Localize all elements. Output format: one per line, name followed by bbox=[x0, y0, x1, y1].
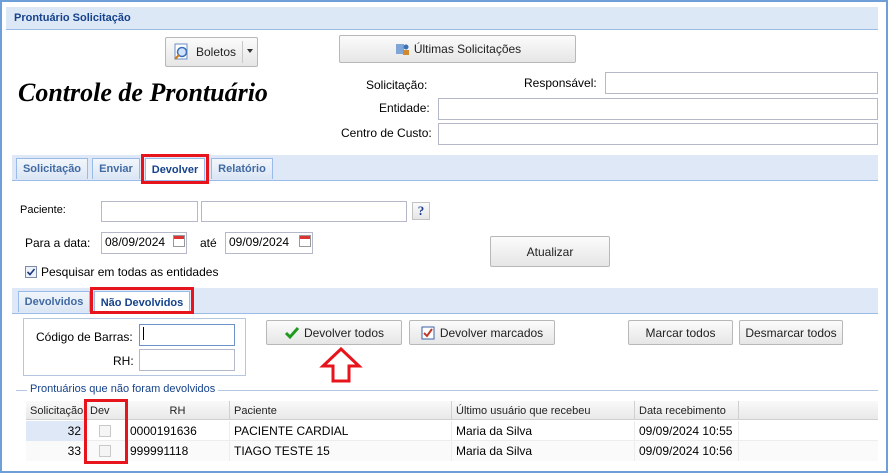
checklist-icon bbox=[421, 326, 435, 340]
boletos-label: Boletos bbox=[196, 45, 237, 59]
desmarcar-todos-button[interactable]: Desmarcar todos bbox=[739, 320, 843, 345]
date-to-value: 09/09/2024 bbox=[229, 235, 290, 249]
cell-rh: 999991118 bbox=[126, 441, 230, 461]
calendar-icon[interactable] bbox=[299, 235, 311, 247]
window-titlebar: Prontuário Solicitação bbox=[6, 7, 878, 30]
cell-usuario: Maria da Silva bbox=[452, 441, 635, 461]
dev-checkbox[interactable] bbox=[99, 445, 111, 457]
col-ultimo-usuario[interactable]: Último usuário que recebeu bbox=[452, 401, 635, 420]
responsavel-label: Responsável: bbox=[524, 76, 597, 90]
col-solicitacao[interactable]: Solicitação bbox=[26, 401, 86, 420]
tab-devolvidos[interactable]: Devolvidos bbox=[18, 291, 90, 312]
boletos-button[interactable]: Boletos bbox=[165, 37, 258, 67]
col-filler bbox=[739, 401, 878, 420]
cell-data: 09/09/2024 10:55 bbox=[635, 421, 739, 441]
tab-label: Relatório bbox=[218, 163, 266, 175]
ate-label: até bbox=[200, 236, 217, 250]
marcar-todos-label: Marcar todos bbox=[645, 325, 716, 340]
ultimas-label: Últimas Solicitações bbox=[413, 42, 522, 56]
codigo-barras-input[interactable] bbox=[139, 324, 235, 346]
tab-label: Enviar bbox=[99, 163, 133, 175]
centro-custo-input[interactable] bbox=[438, 123, 878, 145]
main-tab-strip bbox=[12, 155, 878, 181]
cell-dev bbox=[86, 421, 126, 441]
cell-data: 09/09/2024 10:56 bbox=[635, 441, 739, 461]
cell-dev bbox=[86, 441, 126, 461]
cell-rh: 0000191636 bbox=[126, 421, 230, 441]
cell-paciente: TIAGO TESTE 15 bbox=[230, 441, 452, 461]
desmarcar-todos-label: Desmarcar todos bbox=[745, 325, 837, 340]
table-row[interactable]: 33 999991118 TIAGO TESTE 15 Maria da Sil… bbox=[26, 441, 878, 461]
chevron-down-icon[interactable] bbox=[247, 49, 253, 53]
table-row[interactable]: 32 0000191636 PACIENTE CARDIAL Maria da … bbox=[26, 421, 878, 441]
tab-label: Devolvidos bbox=[24, 296, 84, 308]
rh-input[interactable] bbox=[139, 349, 235, 371]
paciente-name-input[interactable] bbox=[201, 201, 407, 222]
tab-label: Solicitação bbox=[22, 163, 82, 175]
tab-enviar[interactable]: Enviar bbox=[92, 158, 140, 179]
tab-devolver[interactable]: Devolver bbox=[145, 158, 205, 180]
ultimas-solicitacoes-button[interactable]: Últimas Solicitações bbox=[339, 35, 576, 63]
help-icon[interactable]: ? bbox=[412, 202, 430, 220]
cell-usuario: Maria da Silva bbox=[452, 421, 635, 441]
tab-nao-devolvidos[interactable]: Não Devolvidos bbox=[94, 291, 190, 313]
dropdown-divider bbox=[242, 41, 243, 63]
magnifier-document-icon bbox=[172, 42, 192, 62]
pesquisar-label: Pesquisar em todas as entidades bbox=[41, 265, 219, 279]
col-dev[interactable]: Dev bbox=[86, 401, 126, 420]
cell-solicitacao: 33 bbox=[26, 441, 86, 461]
entidade-input[interactable] bbox=[438, 98, 878, 120]
solicitacao-label: Solicitação: bbox=[366, 78, 428, 92]
list-user-icon bbox=[394, 41, 410, 57]
dev-checkbox[interactable] bbox=[99, 425, 111, 437]
grid-legend: Prontuários que não foram devolvidos bbox=[27, 383, 219, 395]
tab-label: Devolver bbox=[151, 163, 199, 176]
date-from-value: 08/09/2024 bbox=[105, 235, 166, 249]
tab-label: Não Devolvidos bbox=[100, 296, 184, 309]
pesquisar-checkbox[interactable] bbox=[25, 266, 37, 278]
centro-custo-label: Centro de Custo: bbox=[341, 126, 432, 140]
col-rh[interactable]: RH bbox=[126, 401, 230, 420]
paciente-code-input[interactable] bbox=[101, 201, 198, 222]
devolver-marcados-label: Devolver marcados bbox=[439, 325, 544, 340]
codigo-barras-label: Código de Barras: bbox=[36, 330, 133, 344]
paciente-label: Paciente: bbox=[20, 204, 66, 216]
entidade-label: Entidade: bbox=[379, 101, 430, 115]
checkmark-icon bbox=[284, 325, 300, 341]
up-arrow-annotation-icon bbox=[319, 346, 363, 383]
devolver-todos-button[interactable]: Devolver todos bbox=[266, 320, 402, 345]
para-data-label: Para a data: bbox=[25, 236, 91, 250]
help-symbol: ? bbox=[417, 203, 425, 218]
tab-solicitacao[interactable]: Solicitação bbox=[16, 158, 88, 179]
devolver-todos-label: Devolver todos bbox=[303, 325, 385, 340]
rh-label: RH: bbox=[113, 354, 134, 368]
responsavel-input[interactable] bbox=[605, 72, 878, 94]
marcar-todos-button[interactable]: Marcar todos bbox=[628, 320, 733, 345]
devolver-marcados-button[interactable]: Devolver marcados bbox=[409, 320, 555, 345]
atualizar-button[interactable]: Atualizar bbox=[490, 236, 610, 267]
cell-paciente: PACIENTE CARDIAL bbox=[230, 421, 452, 441]
tab-relatorio[interactable]: Relatório bbox=[211, 158, 273, 179]
calendar-icon[interactable] bbox=[173, 235, 185, 247]
cell-solicitacao: 32 bbox=[26, 421, 86, 441]
page-title: Controle de Prontuário bbox=[18, 78, 268, 107]
col-paciente[interactable]: Paciente bbox=[230, 401, 452, 420]
window-title: Prontuário Solicitação bbox=[14, 12, 131, 24]
atualizar-label: Atualizar bbox=[526, 244, 574, 259]
col-data-recebimento[interactable]: Data recebimento bbox=[635, 401, 739, 420]
